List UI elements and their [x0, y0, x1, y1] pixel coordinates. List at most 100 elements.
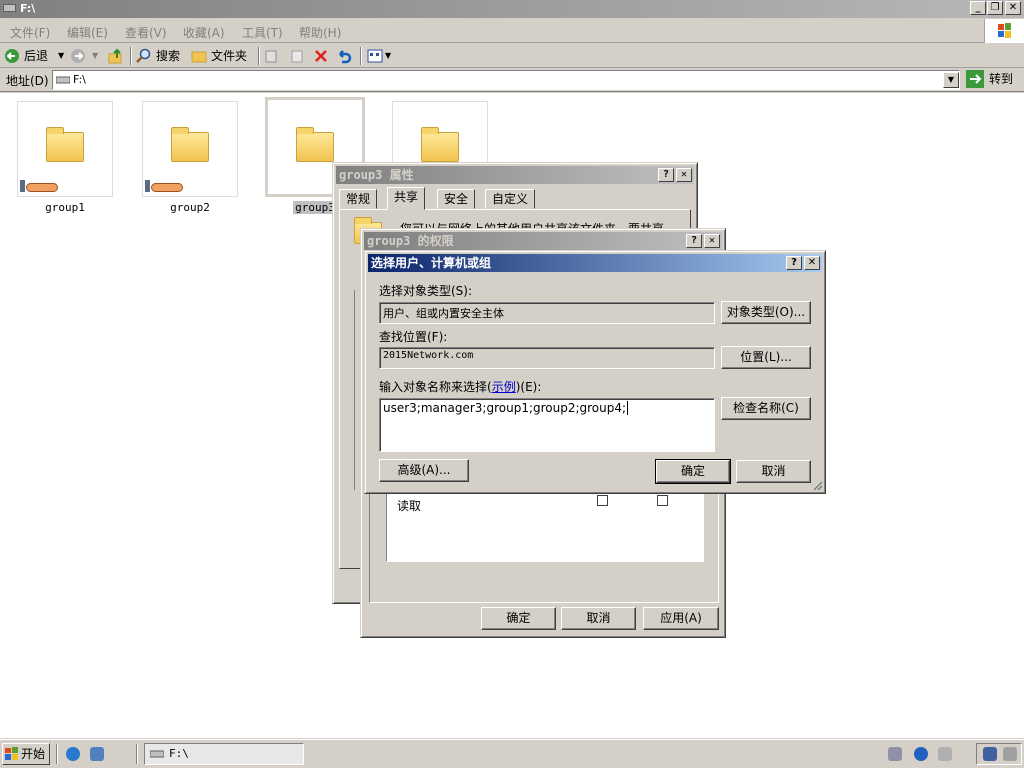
help-button[interactable]: ?	[786, 256, 802, 270]
views-button[interactable]: ▼	[367, 47, 393, 65]
menu-edit[interactable]: 编辑(E)	[67, 24, 108, 41]
deny-checkbox[interactable]	[657, 495, 668, 506]
dialog-title: group3 属性 ? ✕	[336, 166, 694, 184]
menu-favorites[interactable]: 收藏(A)	[183, 24, 225, 41]
folder-item-group2[interactable]	[142, 101, 238, 197]
menu-file[interactable]: 文件(F)	[10, 24, 50, 41]
ok-button[interactable]: 确定	[655, 459, 731, 484]
network-connection-icon[interactable]	[983, 747, 997, 761]
copy-to-icon	[291, 50, 303, 63]
folder-icon	[421, 127, 459, 162]
chevron-down-icon: ▼	[58, 51, 65, 60]
dialog-close-button[interactable]: ✕	[676, 168, 692, 182]
windows-flag-icon	[998, 23, 1011, 38]
taskbar: 开始 F:\	[0, 739, 1024, 768]
tab-security[interactable]: 安全	[437, 189, 476, 209]
forward-arrow-icon	[71, 49, 85, 63]
undo-button[interactable]	[336, 47, 354, 65]
help-button[interactable]: ?	[686, 234, 702, 248]
delete-button[interactable]	[313, 47, 331, 65]
menu-help[interactable]: 帮助(H)	[299, 24, 341, 41]
tab-sharing[interactable]: 共享	[387, 187, 426, 210]
cancel-button[interactable]: 取消	[736, 460, 811, 483]
go-label: 转到	[989, 72, 1014, 86]
taskbar-item-explorer[interactable]: F:\	[144, 743, 304, 765]
search-icon	[136, 48, 151, 63]
windows-logo	[984, 19, 1024, 43]
folder-item-group1[interactable]	[17, 101, 113, 197]
examples-link[interactable]: 示例	[492, 380, 516, 394]
drive-icon	[3, 4, 16, 12]
close-button[interactable]: ✕	[1005, 1, 1021, 15]
allow-checkbox[interactable]	[597, 495, 608, 506]
object-type-field: 用户、组或内置安全主体	[379, 302, 715, 324]
back-button[interactable]: 后退 ▼	[4, 47, 66, 65]
undo-icon	[339, 50, 352, 64]
advanced-button[interactable]: 高级(A)...	[379, 459, 469, 482]
shared-hand-icon	[145, 180, 183, 192]
text-cursor	[627, 401, 629, 415]
forward-button[interactable]: ▼	[70, 47, 104, 65]
tab-customize[interactable]: 自定义	[485, 189, 536, 209]
folders-label: 文件夹	[211, 49, 248, 63]
object-types-button[interactable]: 对象类型(O)...	[721, 301, 811, 324]
address-input[interactable]: F:\	[52, 70, 960, 90]
folders-button[interactable]: 文件夹	[191, 47, 253, 65]
dialog-title: group3 的权限 ? ✕	[364, 232, 722, 250]
start-label: 开始	[21, 747, 46, 761]
help-button[interactable]: ?	[658, 168, 674, 182]
move-to-icon	[265, 50, 277, 63]
folder-label: group2	[170, 201, 210, 214]
network-icon[interactable]	[888, 747, 902, 761]
object-names-input[interactable]: user3;manager3;group1;group2;group4;	[379, 398, 715, 452]
folder-icon	[171, 127, 209, 162]
volume-icon[interactable]	[1003, 747, 1017, 761]
search-button[interactable]: 搜索	[136, 47, 184, 65]
cancel-button[interactable]: 取消	[561, 607, 636, 630]
up-folder-button[interactable]	[108, 47, 126, 65]
dialog-title: 选择用户、计算机或组 ? ✕	[368, 254, 822, 272]
back-label: 后退	[24, 49, 49, 63]
shared-hand-icon	[20, 180, 58, 192]
toolbar: 后退 ▼ ▼ 搜索 文件夹 ▼	[0, 44, 1024, 68]
show-desktop-icon[interactable]	[90, 747, 104, 761]
ie-icon[interactable]	[66, 747, 80, 761]
check-names-button[interactable]: 检查名称(C)	[721, 397, 811, 420]
select-users-dialog: 选择用户、计算机或组 ? ✕ 选择对象类型(S): 用户、组或内置安全主体 对象…	[364, 250, 826, 494]
object-names-label: 输入对象名称来选择(示例)(E):	[379, 380, 542, 394]
go-button[interactable]: 转到	[966, 70, 1018, 88]
tab-general[interactable]: 常规	[339, 189, 378, 209]
locations-button[interactable]: 位置(L)...	[721, 346, 811, 369]
start-button[interactable]: 开始	[2, 743, 50, 765]
location-field: 2015Network.com	[379, 347, 715, 369]
window-titlebar: F:\ _ ❐ ✕	[0, 0, 1024, 18]
menu-tools[interactable]: 工具(T)	[242, 24, 283, 41]
location-label: 查找位置(F):	[379, 330, 448, 344]
delete-x-icon	[315, 50, 327, 62]
move-to-button[interactable]	[264, 47, 282, 65]
safely-remove-icon[interactable]	[938, 747, 952, 761]
dialog-close-button[interactable]: ✕	[804, 256, 820, 270]
copy-to-button[interactable]	[289, 47, 307, 65]
resize-grip-icon[interactable]	[811, 479, 823, 491]
address-dropdown-button[interactable]: ▼	[943, 72, 959, 88]
windows-flag-icon	[5, 747, 18, 760]
up-folder-icon	[108, 48, 122, 64]
help-icon[interactable]	[914, 747, 928, 761]
permission-read-label: 读取	[397, 499, 422, 513]
apply-button[interactable]: 应用(A)	[643, 607, 719, 630]
menu-view[interactable]: 查看(V)	[125, 24, 167, 41]
search-label: 搜索	[156, 49, 181, 63]
go-arrow-icon	[966, 70, 984, 88]
drive-icon	[150, 750, 164, 758]
folder-icon	[46, 127, 84, 162]
address-value: F:\	[73, 73, 86, 86]
ok-button[interactable]: 确定	[481, 607, 556, 630]
back-arrow-icon	[5, 49, 19, 63]
restore-button[interactable]: ❐	[987, 1, 1003, 15]
address-bar: 地址(D) F:\ ▼ 转到	[0, 68, 1024, 92]
minimize-button[interactable]: _	[970, 1, 986, 15]
dialog-close-button[interactable]: ✕	[704, 234, 720, 248]
views-icon	[367, 49, 383, 63]
chevron-down-icon: ▼	[385, 51, 392, 60]
